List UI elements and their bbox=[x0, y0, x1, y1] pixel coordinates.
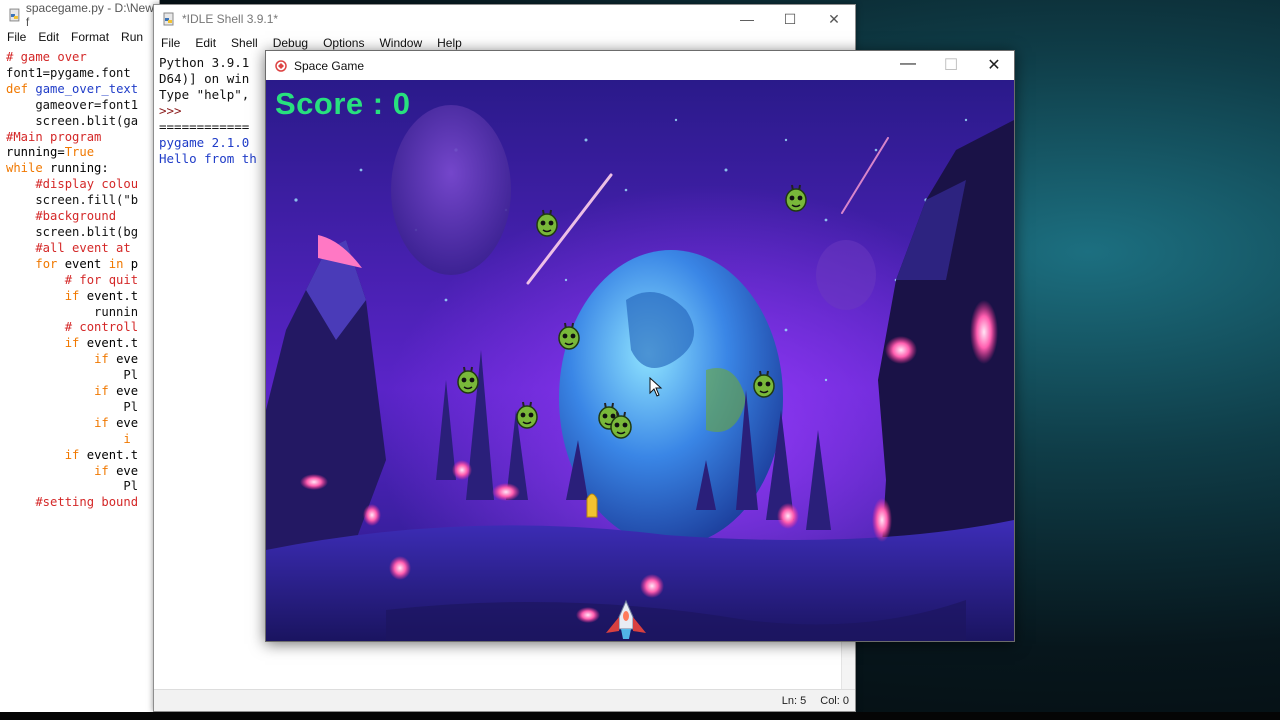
alien-icon bbox=[457, 366, 479, 394]
shell-line: D64)] on win bbox=[159, 71, 250, 86]
shell-statusbar: Ln: 5 Col: 0 bbox=[154, 689, 855, 711]
code-line: if event.t bbox=[64, 288, 139, 303]
shell-line: Python 3.9.1 bbox=[159, 55, 250, 70]
code-line: Pl bbox=[6, 479, 139, 494]
alien-icon bbox=[610, 411, 632, 439]
code-line: if eve bbox=[94, 415, 139, 430]
shell-line: >>> bbox=[159, 103, 182, 118]
editor-menu-file[interactable]: File bbox=[7, 30, 26, 46]
status-line: Ln: 5 bbox=[781, 694, 807, 707]
code-line: # game over bbox=[6, 50, 87, 64]
shell-maximize-button[interactable]: ☐ bbox=[780, 11, 800, 28]
bullet-icon bbox=[586, 493, 598, 518]
code-line: screen.blit(ga bbox=[6, 113, 139, 128]
game-window[interactable]: Space Game — ☐ ✕ Score: 0 bbox=[265, 50, 1015, 642]
shell-line: Hello from th bbox=[159, 151, 257, 166]
pygame-icon bbox=[275, 59, 287, 72]
code-line: Pl bbox=[6, 368, 139, 383]
code-line: # for quit bbox=[6, 272, 139, 287]
shell-menu-shell[interactable]: Shell bbox=[231, 36, 258, 50]
shell-menu-file[interactable]: File bbox=[161, 36, 180, 50]
python-file-icon bbox=[9, 8, 20, 22]
alien-icon bbox=[785, 184, 807, 212]
editor-menubar: File Edit Format Run bbox=[0, 30, 159, 46]
code-line: Pl bbox=[6, 399, 139, 414]
alien-icon bbox=[536, 209, 558, 237]
shell-line: Type "help", bbox=[159, 87, 250, 102]
game-maximize-button[interactable]: ☐ bbox=[936, 55, 966, 75]
alien-icon bbox=[516, 401, 538, 429]
shell-menu-edit[interactable]: Edit bbox=[195, 36, 216, 50]
code-line: # controll bbox=[6, 320, 139, 335]
code-line: #setting bound bbox=[6, 495, 139, 510]
code-line: def game_over_text bbox=[6, 81, 139, 96]
shell-menu-debug[interactable]: Debug bbox=[273, 36, 308, 50]
code-line: if event.t bbox=[64, 447, 139, 462]
game-title: Space Game bbox=[294, 58, 365, 73]
editor-menu-run[interactable]: Run bbox=[121, 30, 143, 46]
code-line: running=True bbox=[6, 145, 95, 160]
code-editor[interactable]: # game over font1=pygame.font def game_ove… bbox=[0, 46, 159, 511]
shell-menu-options[interactable]: Options bbox=[323, 36, 364, 50]
code-line: i bbox=[123, 431, 131, 446]
python-shell-icon bbox=[163, 12, 174, 26]
score-display: Score : 0 bbox=[275, 86, 411, 121]
code-line: #display colou bbox=[6, 177, 139, 192]
code-line: font1=pygame.font bbox=[6, 65, 131, 80]
taskbar-edge bbox=[0, 712, 1280, 720]
mouse-cursor-icon bbox=[649, 377, 663, 397]
code-line: #all event at bbox=[6, 240, 131, 255]
editor-window[interactable]: spacegame.py - D:\New f File Edit Format… bbox=[0, 0, 160, 716]
alien-icon bbox=[558, 322, 580, 350]
code-line: for event in p bbox=[35, 256, 139, 271]
game-minimize-button[interactable]: — bbox=[893, 55, 923, 73]
code-line: if eve bbox=[94, 352, 139, 367]
game-canvas[interactable]: Score : 0 bbox=[266, 80, 1014, 641]
editor-title: spacegame.py - D:\New f bbox=[25, 1, 154, 29]
game-scene bbox=[266, 80, 1014, 641]
shell-line: ============ bbox=[159, 119, 250, 134]
code-line: if eve bbox=[94, 384, 139, 399]
shell-line: pygame 2.1.0 bbox=[159, 135, 250, 150]
editor-menu-format[interactable]: Format bbox=[71, 30, 109, 46]
code-line: if event.t bbox=[64, 336, 139, 351]
shell-close-button[interactable]: ✕ bbox=[824, 11, 844, 28]
spaceship-icon[interactable] bbox=[603, 599, 649, 641]
shell-menu-help[interactable]: Help bbox=[437, 36, 462, 50]
game-close-button[interactable]: ✕ bbox=[979, 55, 1009, 75]
editor-menu-edit[interactable]: Edit bbox=[38, 30, 59, 46]
alien-icon bbox=[753, 370, 775, 398]
shell-minimize-button[interactable]: — bbox=[737, 11, 757, 27]
status-col: Col: 0 bbox=[820, 694, 849, 707]
code-line: screen.blit(bg bbox=[6, 224, 139, 239]
shell-output[interactable]: Python 3.9.1 D64)] on win Type "help", >>> =… bbox=[159, 55, 257, 167]
code-line: if eve bbox=[94, 463, 139, 478]
editor-titlebar[interactable]: spacegame.py - D:\New f bbox=[0, 0, 159, 30]
code-line: runnin bbox=[6, 304, 139, 319]
code-line: #Main program bbox=[6, 129, 102, 144]
code-line: while running: bbox=[6, 161, 109, 176]
code-line: screen.fill("b bbox=[6, 193, 139, 208]
shell-title: *IDLE Shell 3.9.1* bbox=[182, 12, 279, 26]
code-line: gameover=font1 bbox=[6, 97, 139, 112]
code-line: #background bbox=[6, 209, 117, 224]
shell-menu-window[interactable]: Window bbox=[379, 36, 422, 50]
